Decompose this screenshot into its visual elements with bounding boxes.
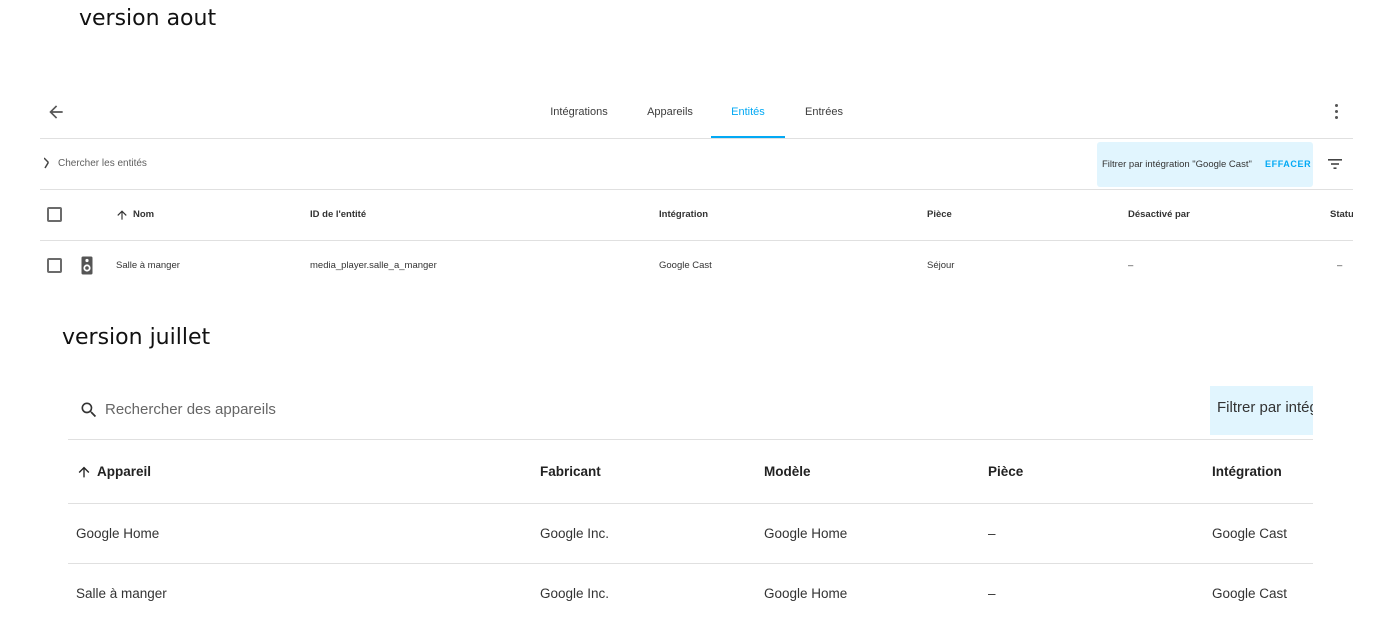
table-header: Nom ID de l'entité Intégration Pièce Dés… (40, 190, 1353, 241)
column-header-status[interactable]: Statu (1330, 190, 1353, 240)
table-header: Appareil Fabricant Modèle Pièce Intégrat… (68, 440, 1313, 504)
search-input[interactable] (105, 397, 605, 421)
tab-entities[interactable]: Entités (711, 88, 785, 138)
device-integration: Google Cast (1212, 526, 1288, 541)
caption-july-version: version juillet (62, 325, 211, 350)
filter-chip: Filtrer par intégration (1210, 386, 1313, 435)
filter-chip-label: Filtrer par intégration "Google Cast" (1102, 159, 1252, 170)
back-arrow-icon[interactable] (46, 102, 66, 122)
column-header-integration[interactable]: Intégration (659, 190, 859, 240)
device-model: Google Home (764, 526, 848, 541)
filter-chip-label: Filtrer par intégration (1217, 399, 1313, 416)
august-entities-panel: Intégrations Appareils Entités Entrées F… (40, 88, 1353, 293)
search-input[interactable] (58, 153, 458, 173)
table-row[interactable]: Salle à manger Google Inc. Google Home –… (68, 564, 1313, 623)
caption-august-version: version aout (79, 6, 217, 31)
search-icon (44, 157, 49, 169)
july-devices-panel: Filtrer par intégration Appareil Fabrica… (68, 386, 1313, 625)
entity-name: Salle à manger (116, 260, 180, 271)
column-header-room[interactable]: Pièce (927, 190, 1077, 240)
device-name: Salle à manger (76, 586, 167, 601)
column-header-room[interactable]: Pièce (988, 440, 1188, 503)
speaker-icon (81, 256, 93, 275)
table-row[interactable]: Salle à manger media_player.salle_a_mang… (40, 241, 1353, 291)
device-integration: Google Cast (1212, 586, 1288, 601)
table-row[interactable]: Google Home Google Inc. Google Home – Go… (68, 504, 1313, 564)
column-header-manufacturer[interactable]: Fabricant (540, 440, 740, 503)
search-row: Filtrer par intégration (68, 386, 1313, 440)
device-name: Google Home (76, 526, 160, 541)
column-header-model[interactable]: Modèle (764, 440, 964, 503)
row-checkbox[interactable] (47, 258, 62, 273)
entity-room: Séjour (927, 260, 955, 271)
entity-integration: Google Cast (659, 260, 712, 271)
tab-helpers[interactable]: Entrées (797, 88, 851, 138)
clear-filter-button[interactable]: EFFACER (1265, 159, 1311, 169)
filter-chip: Filtrer par intégration "Google Cast" EF… (1097, 142, 1313, 187)
column-header-name[interactable]: Nom (133, 190, 283, 240)
column-header-entity-id[interactable]: ID de l'entité (310, 190, 610, 240)
device-room: – (988, 586, 996, 601)
search-row: Filtrer par intégration "Google Cast" EF… (40, 139, 1353, 190)
device-manufacturer: Google Inc. (540, 526, 610, 541)
tab-devices[interactable]: Appareils (637, 88, 703, 138)
select-all-checkbox[interactable] (47, 207, 62, 222)
search-icon (81, 402, 97, 418)
column-header-integration[interactable]: Intégration (1212, 440, 1312, 503)
column-header-disabled-by[interactable]: Désactivé par (1128, 190, 1278, 240)
filter-icon[interactable] (1328, 158, 1342, 170)
overflow-menu-icon[interactable] (1332, 104, 1340, 122)
device-manufacturer: Google Inc. (540, 586, 610, 601)
column-header-device-label: Appareil (97, 464, 152, 479)
device-room: – (988, 526, 996, 541)
sort-ascending-icon[interactable] (76, 464, 92, 480)
tab-integrations[interactable]: Intégrations (536, 88, 622, 138)
device-model: Google Home (764, 586, 848, 601)
entity-id: media_player.salle_a_manger (310, 260, 437, 271)
entity-status: – (1337, 260, 1343, 271)
top-tab-bar: Intégrations Appareils Entités Entrées (40, 88, 1353, 139)
column-header-device[interactable]: Appareil (76, 440, 376, 503)
entity-disabled-by: – (1128, 260, 1134, 271)
sort-ascending-icon[interactable] (115, 208, 129, 222)
